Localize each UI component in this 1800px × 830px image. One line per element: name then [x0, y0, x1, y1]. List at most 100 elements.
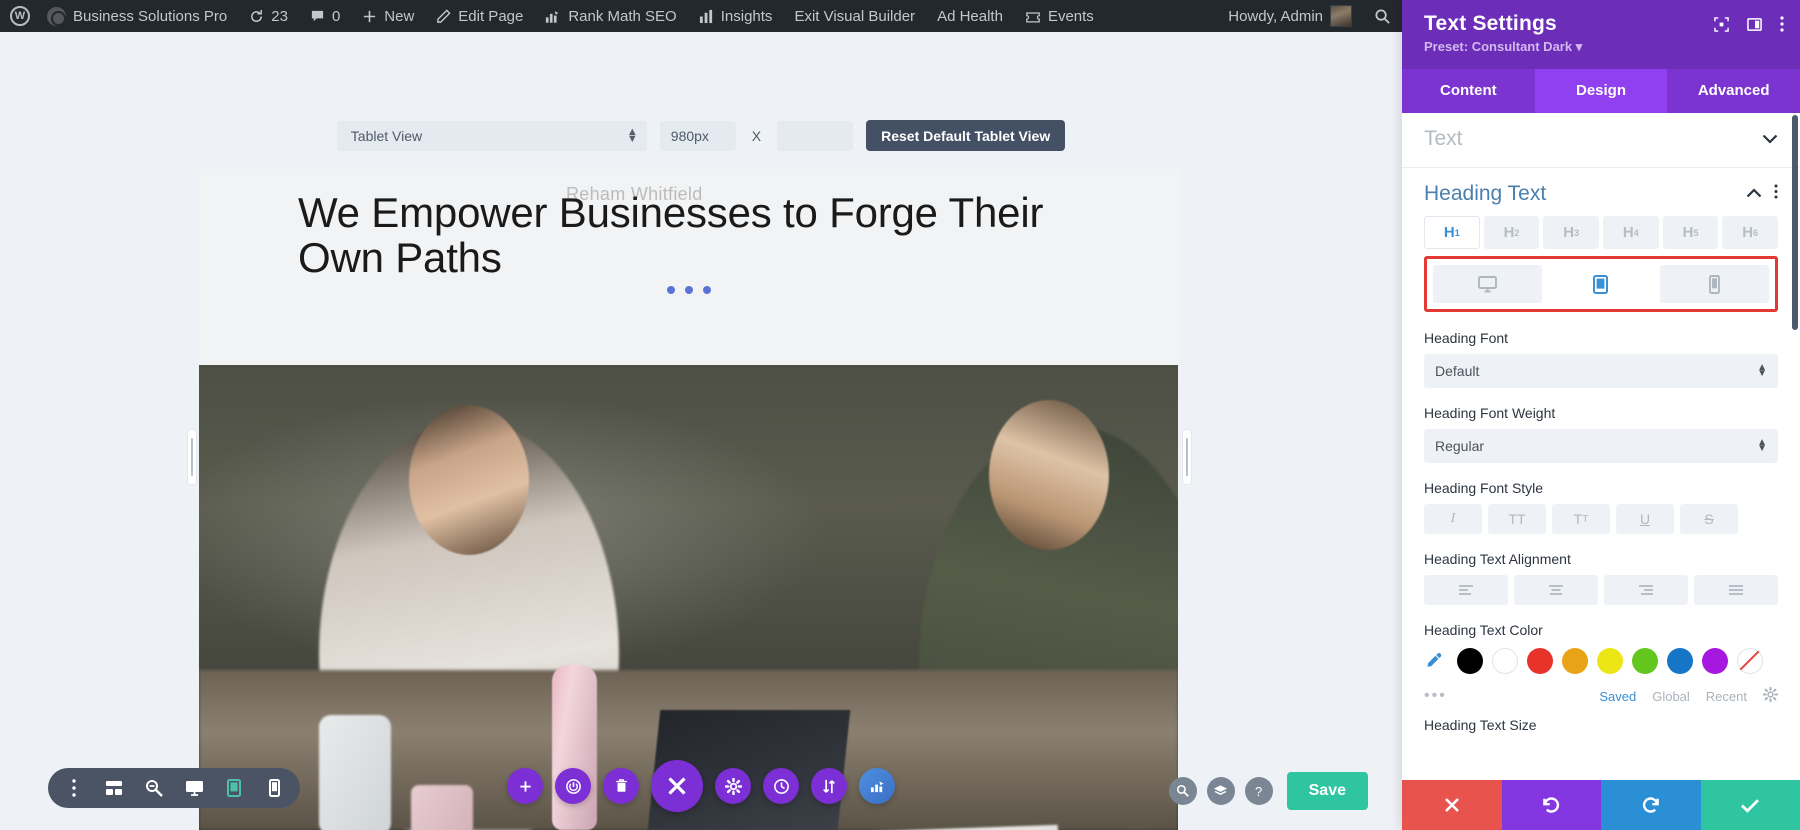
- adminbar-search[interactable]: [1363, 0, 1402, 32]
- reset-default-tablet-view-button[interactable]: Reset Default Tablet View: [866, 120, 1065, 151]
- layers-icon[interactable]: [1207, 777, 1235, 805]
- swatch-blue[interactable]: [1667, 648, 1693, 674]
- slider-dot[interactable]: [703, 286, 711, 294]
- adminbar-user-howdy[interactable]: Howdy, Admin: [1217, 0, 1363, 32]
- device-toggle-phone[interactable]: [1660, 265, 1769, 303]
- underline-icon[interactable]: U: [1616, 504, 1674, 534]
- slider-dots[interactable]: [199, 286, 1178, 294]
- field-heading-font-weight: Heading Font Weight Regular ▲▼: [1424, 405, 1778, 463]
- power-icon[interactable]: [555, 768, 591, 804]
- adminbar-comments[interactable]: 0: [299, 0, 351, 32]
- group-heading-text-controls: [1746, 184, 1778, 204]
- heading-font-select[interactable]: Default: [1424, 354, 1778, 388]
- close-builder-icon[interactable]: [651, 760, 703, 812]
- adminbar-site-name[interactable]: Business Solutions Pro: [36, 0, 238, 32]
- tab-design[interactable]: Design: [1535, 69, 1668, 113]
- add-section-icon[interactable]: [507, 768, 543, 804]
- heading-level-h5[interactable]: H5: [1663, 216, 1719, 249]
- swatch-orange[interactable]: [1562, 648, 1588, 674]
- save-button[interactable]: Save: [1287, 772, 1368, 810]
- align-left-icon[interactable]: [1424, 575, 1508, 605]
- palette-tab-recent[interactable]: Recent: [1706, 689, 1747, 704]
- page-preview[interactable]: Reham Whitfield We Empower Businesses to…: [199, 169, 1178, 830]
- adminbar-insights[interactable]: Insights: [688, 0, 784, 32]
- group-text[interactable]: Text: [1402, 113, 1800, 168]
- swatch-green[interactable]: [1632, 648, 1658, 674]
- viewport-width-input[interactable]: [660, 121, 736, 151]
- history-clock-icon[interactable]: [763, 768, 799, 804]
- tab-advanced[interactable]: Advanced: [1667, 69, 1800, 113]
- viewport-height-input[interactable]: [777, 121, 853, 151]
- heading-level-h6[interactable]: H6: [1722, 216, 1778, 249]
- align-right-icon[interactable]: [1604, 575, 1688, 605]
- device-toggle-desktop[interactable]: [1433, 265, 1542, 303]
- swatch-white[interactable]: [1492, 648, 1518, 674]
- portability-icon[interactable]: [811, 768, 847, 804]
- panel-scrollbar[interactable]: [1792, 115, 1798, 330]
- heading-level-h1[interactable]: H1: [1424, 216, 1480, 249]
- heading-text-section: H1 H2 H3 H4 H5 H6: [1402, 216, 1800, 733]
- close-button[interactable]: [1402, 780, 1502, 830]
- panel-preset-label[interactable]: Preset: Consultant Dark ▾: [1424, 39, 1782, 55]
- adminbar-wordpress-logo[interactable]: [0, 0, 36, 32]
- group-text-title: Text: [1424, 127, 1463, 151]
- h1-sub: 1: [1455, 228, 1460, 238]
- adminbar-updates[interactable]: 23: [238, 0, 299, 32]
- tab-content[interactable]: Content: [1402, 69, 1535, 113]
- zoom-icon[interactable]: [1169, 777, 1197, 805]
- adminbar-ad-health-label: Ad Health: [937, 8, 1003, 25]
- kebab-menu-icon[interactable]: [1780, 16, 1784, 32]
- site-icon: [47, 7, 66, 26]
- palette-tab-saved[interactable]: Saved: [1599, 689, 1636, 704]
- stats-icon[interactable]: [859, 768, 895, 804]
- slider-dot[interactable]: [667, 286, 675, 294]
- swatch-transparent[interactable]: [1737, 648, 1763, 674]
- adminbar-rank-math[interactable]: Rank Math SEO: [534, 0, 687, 32]
- resize-handle-left[interactable]: [188, 430, 196, 484]
- swatch-yellow[interactable]: [1597, 648, 1623, 674]
- swatch-purple[interactable]: [1702, 648, 1728, 674]
- layout-icon[interactable]: [1747, 17, 1762, 32]
- adminbar-comments-count: 0: [332, 8, 340, 25]
- align-center-icon[interactable]: [1514, 575, 1598, 605]
- undo-button[interactable]: [1502, 780, 1602, 830]
- heading-level-h3[interactable]: H3: [1543, 216, 1599, 249]
- strikethrough-icon[interactable]: S: [1680, 504, 1738, 534]
- adminbar-events[interactable]: Events: [1014, 0, 1105, 32]
- swatch-black[interactable]: [1457, 648, 1483, 674]
- resize-handle-right[interactable]: [1183, 430, 1191, 484]
- module-settings-panel: Text Settings Preset: Consultant Dark ▾ …: [1402, 0, 1800, 830]
- gear-icon[interactable]: [1763, 687, 1778, 705]
- adminbar-exit-visual-builder[interactable]: Exit Visual Builder: [783, 0, 926, 32]
- heading-level-h4[interactable]: H4: [1603, 216, 1659, 249]
- focus-icon[interactable]: [1714, 17, 1729, 32]
- palette-more-icon[interactable]: •••: [1424, 687, 1447, 705]
- settings-gear-icon[interactable]: [715, 768, 751, 804]
- wordpress-logo-icon: [10, 6, 30, 26]
- adminbar-new[interactable]: New: [351, 0, 425, 32]
- help-icon[interactable]: ?: [1245, 777, 1273, 805]
- capitalize-icon[interactable]: TT: [1552, 504, 1610, 534]
- heading-font-weight-select[interactable]: Regular: [1424, 429, 1778, 463]
- adminbar-ad-health[interactable]: Ad Health: [926, 0, 1014, 32]
- chevron-up-icon[interactable]: [1746, 185, 1762, 203]
- adminbar-edit-page[interactable]: Edit Page: [425, 0, 534, 32]
- eyedropper-icon[interactable]: [1424, 651, 1444, 671]
- device-toggle-tablet[interactable]: [1546, 265, 1655, 303]
- uppercase-icon[interactable]: TT: [1488, 504, 1546, 534]
- trash-icon[interactable]: [603, 768, 639, 804]
- italic-icon[interactable]: I: [1424, 504, 1482, 534]
- view-mode-select[interactable]: Tablet View: [337, 121, 647, 151]
- group-kebab-menu-icon[interactable]: [1774, 184, 1778, 204]
- heading-level-h2[interactable]: H2: [1484, 216, 1540, 249]
- hero-heading-block[interactable]: Reham Whitfield We Empower Businesses to…: [199, 169, 1178, 365]
- swatch-red[interactable]: [1527, 648, 1553, 674]
- slider-dot[interactable]: [685, 286, 693, 294]
- chevron-down-icon[interactable]: [1762, 134, 1778, 144]
- save-changes-button[interactable]: [1701, 780, 1800, 830]
- align-justify-icon[interactable]: [1694, 575, 1778, 605]
- h3-sub: 3: [1574, 228, 1579, 238]
- group-heading-text[interactable]: Heading Text: [1402, 168, 1800, 216]
- redo-button[interactable]: [1601, 780, 1701, 830]
- palette-tab-global[interactable]: Global: [1652, 689, 1690, 704]
